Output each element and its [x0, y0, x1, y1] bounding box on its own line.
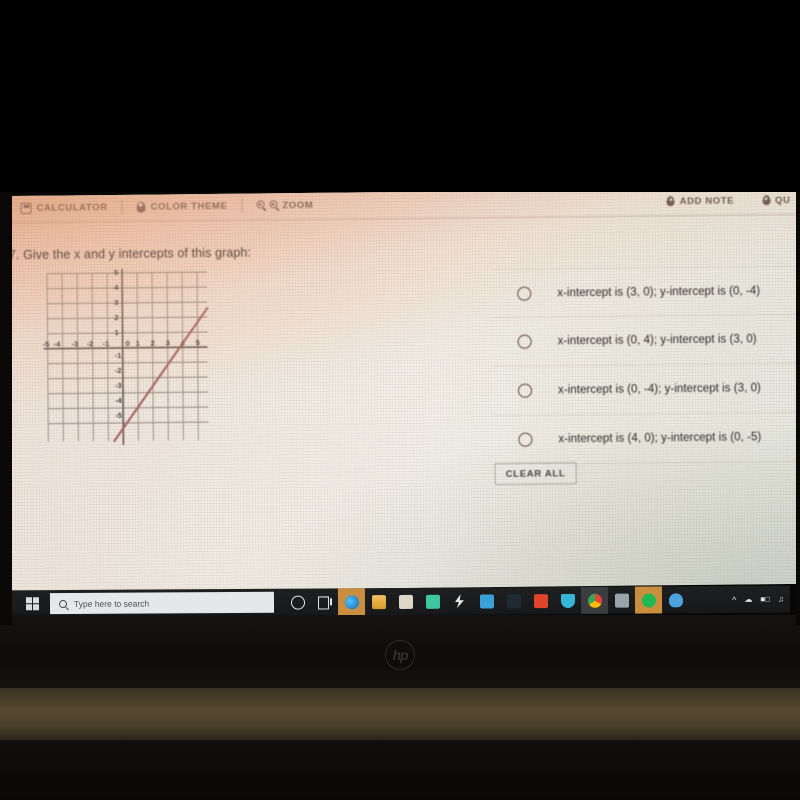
lightning-icon[interactable]: [446, 588, 473, 615]
svg-text:-1: -1: [103, 339, 110, 348]
svg-text:1: 1: [115, 328, 119, 337]
onedrive-icon[interactable]: [662, 586, 689, 613]
hp-logo: hp: [385, 640, 415, 670]
svg-text:3: 3: [166, 338, 170, 347]
question-pin-icon: [762, 195, 771, 206]
zoom-in-icon[interactable]: [269, 200, 278, 209]
svg-text:-5: -5: [43, 340, 50, 349]
store-icon[interactable]: [392, 588, 419, 615]
laptop-keyboard: ~ F1 F2 F3 F4 F5 F6 F7 F8 F9 F10 F11 F12…: [0, 740, 800, 800]
laptop-screen: CALCULATOR COLOR THEME ZOOM ADD NOTE QU: [0, 187, 800, 593]
file-explorer-icon[interactable]: [365, 588, 392, 615]
svg-text:5: 5: [114, 268, 118, 277]
calculator-label: CALCULATOR: [36, 201, 108, 214]
svg-text:2: 2: [114, 313, 118, 322]
graph-gridlines: [46, 271, 209, 442]
radio-button-d[interactable]: [518, 432, 533, 447]
answer-option-label: x-intercept is (0, 4); y-intercept is (3…: [557, 333, 757, 348]
windows-taskbar: Type here to search ^ ☁ ■□ ♫: [9, 585, 791, 618]
taskbar-apps: [284, 586, 689, 616]
zoom-label: ZOOM: [282, 199, 314, 211]
printer-icon[interactable]: [608, 587, 635, 614]
graph-svg: -5 -4 -3 -2 -1 0 1 2 3 4 5 5 4 3: [43, 268, 209, 445]
radio-button-a[interactable]: [517, 286, 532, 301]
calculator-icon: [20, 202, 32, 214]
svg-text:2: 2: [151, 339, 155, 348]
answer-option[interactable]: x-intercept is (3, 0); y-intercept is (0…: [491, 265, 800, 319]
search-icon: [58, 599, 68, 608]
photo-of-laptop-screen: CALCULATOR COLOR THEME ZOOM ADD NOTE QU: [0, 0, 800, 800]
graph-y-labels: 5 4 3 2 1 -1 -2 -3 -4 -5: [114, 268, 123, 420]
question-prompt: 7. Give the x and y intercepts of this g…: [8, 245, 252, 263]
dark-surround-left: [0, 185, 12, 625]
svg-text:-2: -2: [115, 366, 122, 375]
add-note-label: ADD NOTE: [679, 194, 735, 207]
droplet-icon: [136, 201, 146, 213]
answer-option-label: x-intercept is (0, -4); y-intercept is (…: [557, 382, 761, 397]
svg-text:5: 5: [196, 338, 200, 347]
search-input[interactable]: Type here to search: [49, 591, 275, 615]
chevron-up-icon[interactable]: ^: [732, 594, 736, 604]
coordinate-graph: -5 -4 -3 -2 -1 0 1 2 3 4 5 5 4 3: [39, 262, 212, 449]
svg-text:-5: -5: [115, 411, 122, 420]
calculator-tool[interactable]: CALCULATOR: [7, 201, 122, 214]
svg-text:-1: -1: [115, 351, 122, 360]
question-tool[interactable]: QU: [748, 194, 791, 206]
clear-all-button[interactable]: CLEAR ALL: [494, 462, 577, 486]
volume-icon[interactable]: ♫: [778, 595, 784, 604]
spotify-icon[interactable]: [634, 586, 663, 614]
cloud-icon[interactable]: ☁: [744, 595, 752, 604]
svg-text:0: 0: [126, 339, 130, 348]
edge-icon[interactable]: [337, 588, 366, 616]
radio-button-b[interactable]: [517, 334, 532, 349]
svg-text:-4: -4: [54, 340, 62, 349]
dropbox-icon[interactable]: [419, 588, 446, 615]
svg-text:-3: -3: [115, 381, 122, 390]
svg-text:1: 1: [136, 339, 140, 348]
svg-text:3: 3: [114, 298, 118, 307]
answer-option[interactable]: x-intercept is (0, -4); y-intercept is (…: [491, 363, 800, 417]
task-view-icon[interactable]: [311, 588, 338, 615]
color-theme-label: COLOR THEME: [150, 200, 228, 213]
graph-line: [113, 306, 209, 443]
answer-option-label: x-intercept is (3, 0); y-intercept is (0…: [557, 284, 761, 299]
question-tool-label: QU: [775, 194, 791, 206]
search-placeholder: Type here to search: [73, 598, 150, 609]
color-theme-tool[interactable]: COLOR THEME: [123, 200, 242, 213]
zoom-out-icon[interactable]: [256, 200, 265, 209]
answer-option-label: x-intercept is (4, 0); y-intercept is (0…: [558, 431, 762, 446]
svg-text:4: 4: [114, 283, 119, 292]
answer-option[interactable]: x-intercept is (0, 4); y-intercept is (3…: [491, 314, 800, 368]
mail-icon[interactable]: [473, 587, 500, 614]
answer-options-list: x-intercept is (3, 0); y-intercept is (0…: [491, 265, 800, 466]
notes-icon[interactable]: [500, 587, 527, 614]
dark-surround-right: [796, 185, 800, 625]
dark-surround-top: [0, 0, 800, 192]
laptop-palmrest: [0, 688, 800, 743]
svg-text:-3: -3: [72, 339, 79, 348]
svg-text:-4: -4: [115, 396, 123, 405]
zoom-tool[interactable]: ZOOM: [242, 199, 327, 211]
add-note-tool[interactable]: ADD NOTE: [653, 195, 749, 207]
cortana-icon[interactable]: [284, 589, 311, 616]
windows-start-icon[interactable]: [25, 597, 40, 611]
system-tray: ^ ☁ ■□ ♫: [732, 594, 784, 604]
battery-icon[interactable]: ■□: [760, 595, 770, 604]
chrome-icon[interactable]: [580, 586, 609, 614]
svg-text:-2: -2: [87, 339, 94, 348]
note-pin-icon: [666, 196, 675, 207]
radio-button-c[interactable]: [517, 383, 533, 398]
shield-icon[interactable]: [554, 587, 581, 614]
answer-option[interactable]: x-intercept is (4, 0); y-intercept is (0…: [492, 412, 800, 466]
reader-icon[interactable]: [527, 587, 554, 614]
